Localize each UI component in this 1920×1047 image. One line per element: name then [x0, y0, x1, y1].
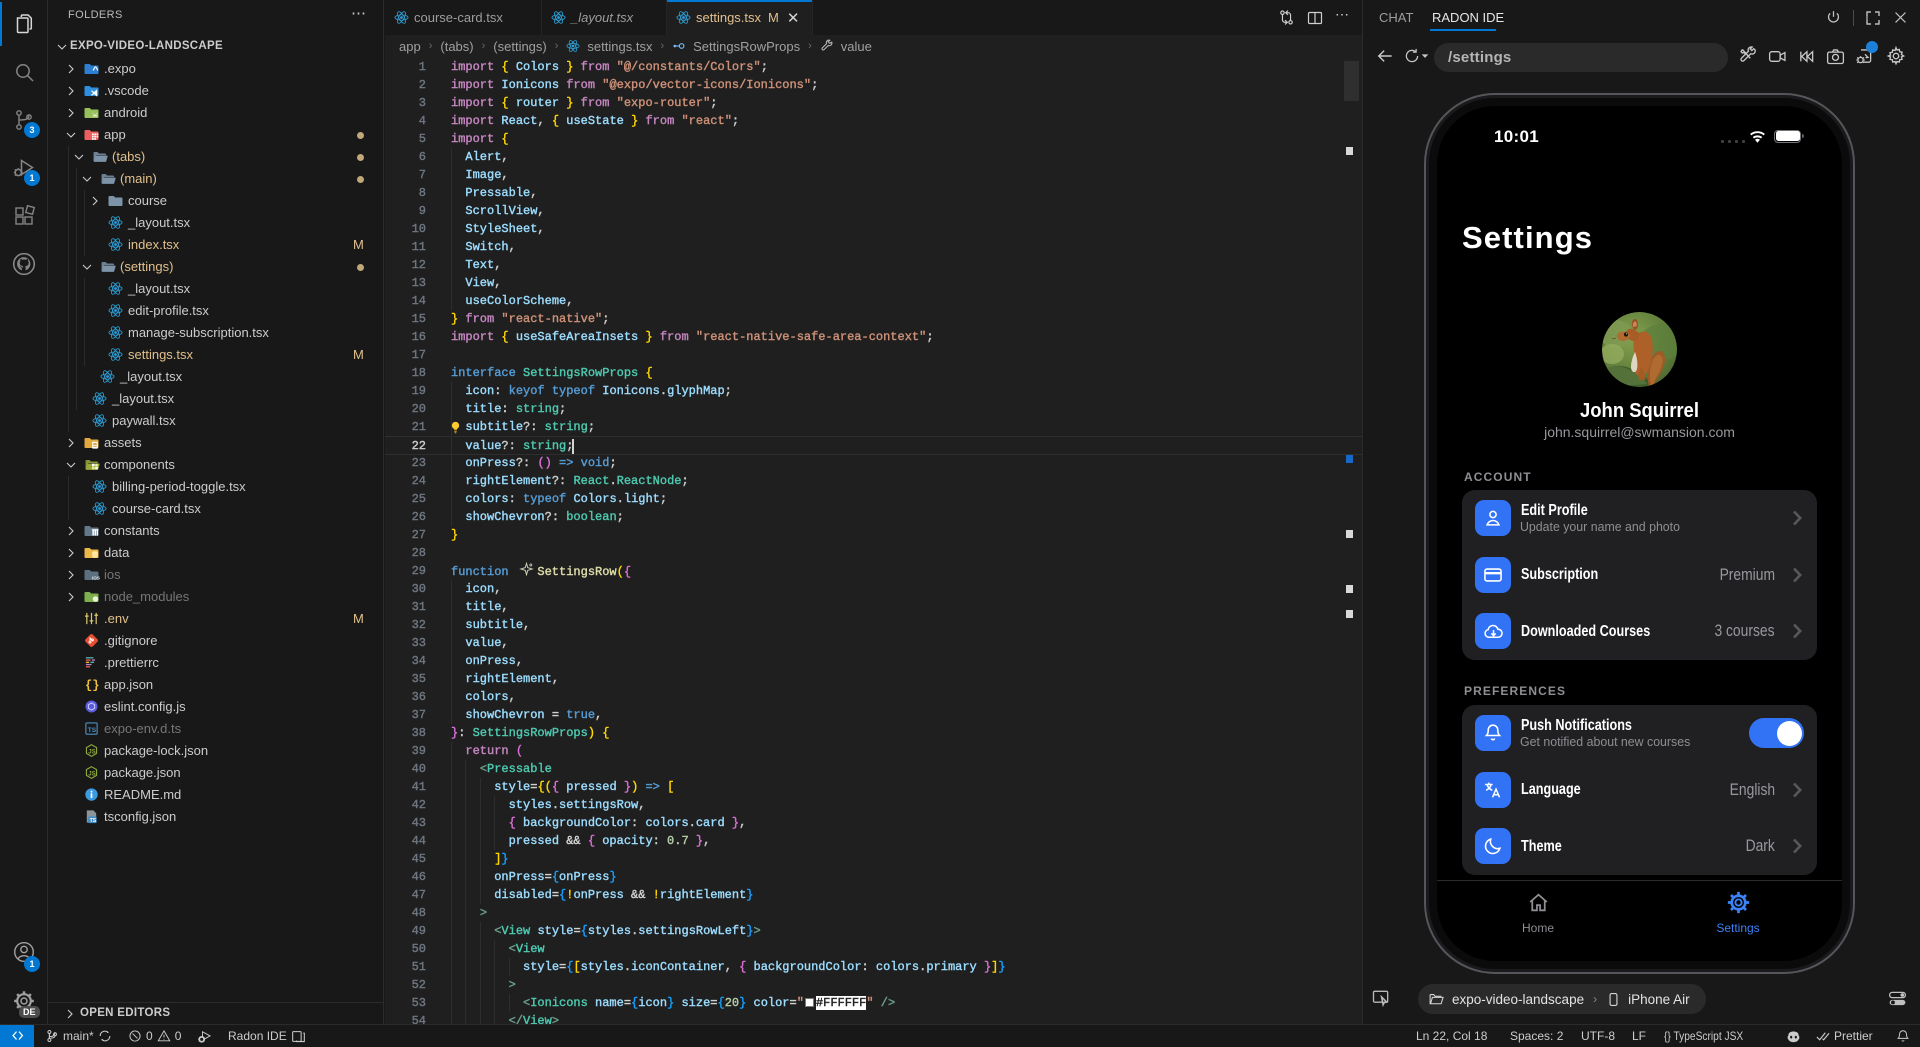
- svg-text:JS: JS: [88, 748, 95, 755]
- svg-text:{}: {}: [85, 679, 99, 692]
- svg-text:TS: TS: [90, 818, 97, 824]
- svg-text:iOS: iOS: [92, 576, 100, 581]
- svg-text:JS: JS: [88, 770, 95, 777]
- svg-text:TS: TS: [88, 727, 97, 734]
